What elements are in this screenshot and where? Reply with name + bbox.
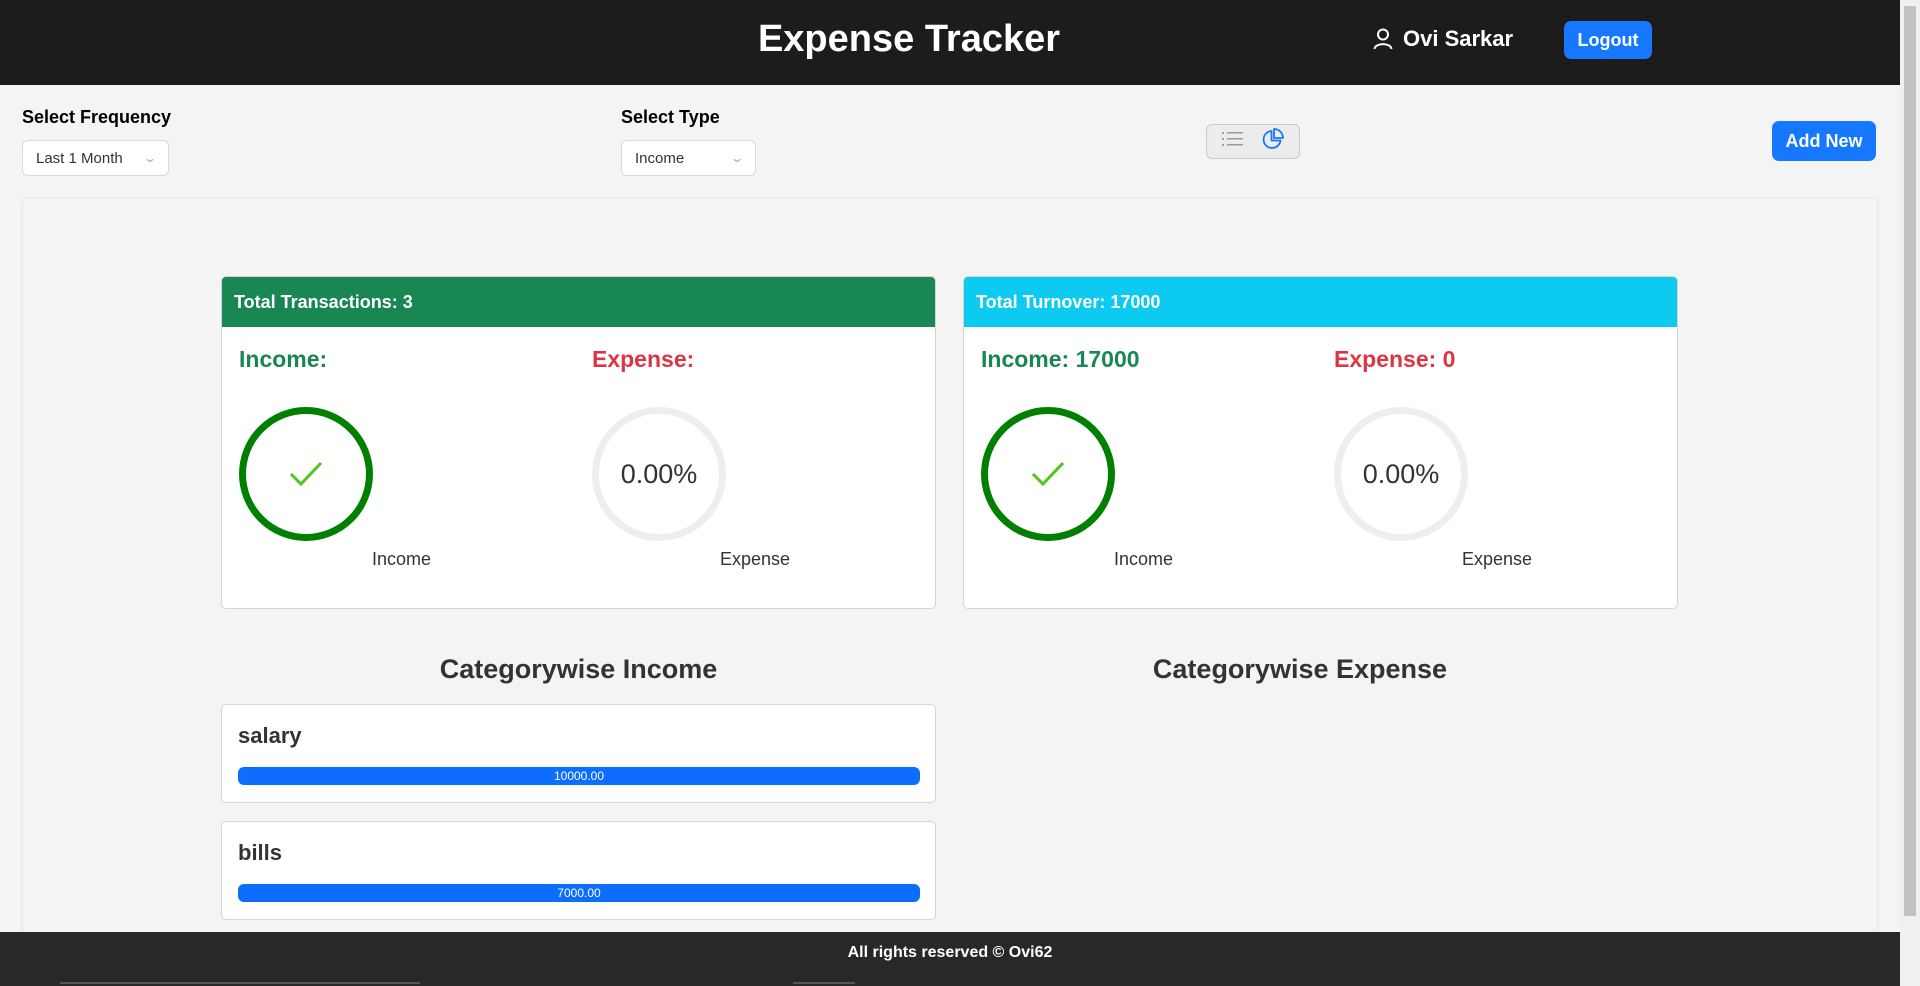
view-toggle — [1206, 124, 1300, 159]
type-label: Select Type — [621, 107, 720, 127]
add-new-button[interactable]: Add New — [1772, 121, 1876, 161]
income-caption: Income — [1114, 549, 1174, 569]
logout-button[interactable]: Logout — [1564, 21, 1652, 59]
type-value: Income — [635, 149, 685, 167]
frequency-select[interactable]: Last 1 Month ⌄ — [22, 140, 169, 176]
categorywise-expense-title: Categorywise Expense — [1152, 654, 1448, 684]
category-progress-fill: 10000.00 — [238, 767, 920, 785]
user-info: Ovi Sarkar — [1373, 26, 1513, 52]
check-icon — [1031, 461, 1065, 487]
category-name: bills — [238, 840, 283, 865]
turnover-card: Total Turnover: 17000 Income: 17000 Expe… — [963, 276, 1678, 609]
app-title: Expense Tracker — [757, 18, 1061, 60]
type-select[interactable]: Income ⌄ — [621, 140, 756, 176]
expense-progress-circle: 0.00% — [1334, 407, 1468, 541]
expense-caption: Expense — [1462, 549, 1533, 569]
income-progress-circle — [981, 407, 1115, 541]
app-header: Expense Tracker Ovi Sarkar Logout — [0, 0, 1900, 85]
footer-divider — [60, 982, 420, 984]
expense-caption: Expense — [720, 549, 791, 569]
categorywise-income-title: Categorywise Income — [439, 654, 718, 684]
category-progress-bar: 10000.00 — [238, 767, 920, 785]
transactions-card-header: Total Transactions: 3 — [222, 277, 935, 327]
footer-text: All rights reserved © Ovi62 — [847, 944, 1053, 961]
expense-percent: 0.00% — [1362, 458, 1440, 489]
income-caption: Income — [372, 549, 432, 569]
income-progress-circle — [239, 407, 373, 541]
category-card: bills 7000.00 — [221, 821, 936, 920]
frequency-value: Last 1 Month — [36, 149, 123, 167]
income-label: Income: 17000 — [981, 346, 1140, 372]
page-footer: All rights reserved © Ovi62 — [0, 932, 1900, 986]
user-name: Ovi Sarkar — [1403, 26, 1514, 51]
transactions-card: Total Transactions: 3 Income: Expense: I… — [221, 276, 936, 609]
category-progress-fill: 7000.00 — [238, 884, 920, 902]
frequency-label: Select Frequency — [22, 107, 172, 127]
category-name: salary — [238, 723, 302, 748]
category-progress-bar: 7000.00 — [238, 884, 920, 902]
check-icon — [289, 461, 323, 487]
expense-progress-circle: 0.00% — [592, 407, 726, 541]
expense-label: Expense: 0 — [1334, 346, 1456, 372]
chevron-down-icon: ⌄ — [729, 151, 745, 165]
pie-chart-icon[interactable] — [1261, 127, 1285, 156]
footer-divider — [793, 982, 855, 984]
page-scrollbar[interactable] — [1900, 0, 1920, 986]
scrollbar-thumb[interactable] — [1904, 6, 1916, 916]
expense-label: Expense: — [592, 346, 695, 372]
income-label: Income: — [239, 346, 328, 372]
expense-percent: 0.00% — [620, 458, 698, 489]
user-icon — [1373, 28, 1393, 50]
turnover-card-header: Total Turnover: 17000 — [964, 277, 1677, 327]
list-icon[interactable] — [1221, 129, 1245, 154]
category-card: salary 10000.00 — [221, 704, 936, 803]
chevron-down-icon: ⌄ — [142, 151, 158, 165]
